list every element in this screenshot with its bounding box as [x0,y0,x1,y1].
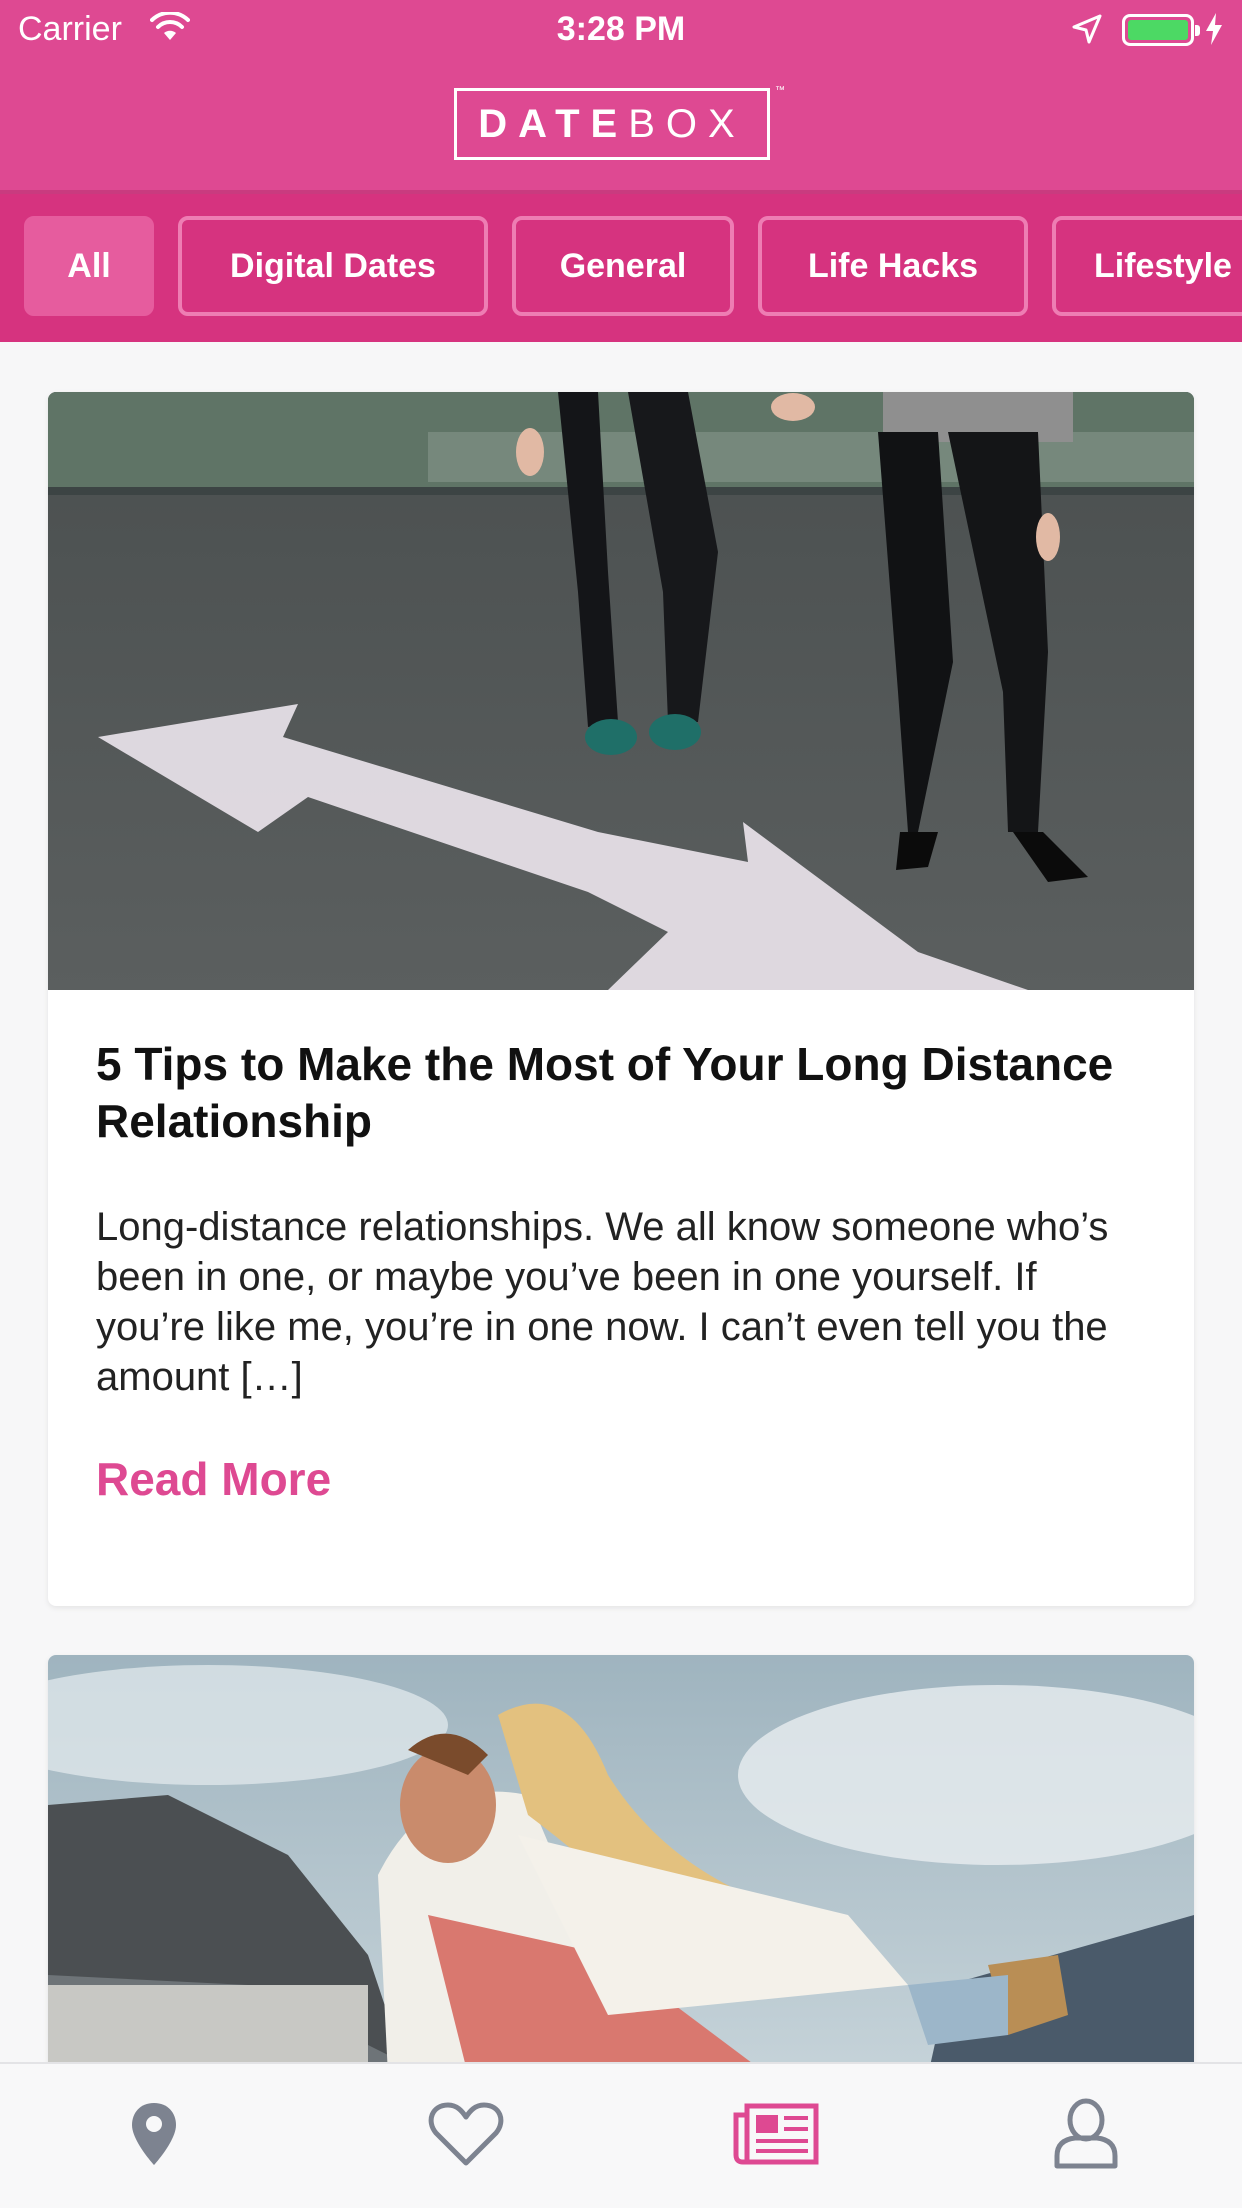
tab-articles[interactable] [726,2086,826,2186]
location-pin-icon [129,2101,179,2172]
newspaper-icon [733,2103,819,2170]
status-time: 3:28 PM [556,10,686,48]
read-more-link[interactable]: Read More [96,1452,331,1506]
article-image[interactable] [48,392,1194,990]
article-title[interactable]: 5 Tips to Make the Most of Your Long Dis… [96,1036,1116,1150]
user-icon [1053,2098,1119,2175]
heart-icon [428,2101,504,2172]
bottom-tab-bar [0,2062,1242,2208]
filter-chip-life-hacks[interactable]: Life Hacks [758,216,1028,316]
article-card[interactable]: 5 Tips to Make the Most of Your Long Dis… [48,392,1194,1606]
datebox-logo: DATE BOX ™ [454,85,785,160]
article-excerpt: Long-distance relationships. We all know… [96,1205,1109,1399]
tab-profile[interactable] [1036,2086,1136,2186]
charging-bolt-icon [1204,12,1224,55]
status-bar: Carrier 3:28 PM [0,0,1242,60]
location-arrow-icon [1072,14,1102,53]
battery-icon [1122,14,1200,46]
tab-favorites[interactable] [416,2086,516,2186]
filter-chip-digital-dates[interactable]: Digital Dates [178,216,488,316]
app-header: Carrier 3:28 PM DATE BOX ™ [0,0,1242,190]
filter-chip-general[interactable]: General [512,216,734,316]
category-filter-bar[interactable]: All Digital Dates General Life Hacks Lif… [0,194,1242,342]
tab-map[interactable] [104,2086,204,2186]
filter-chip-all[interactable]: All [24,216,154,316]
filter-chip-lifestyle[interactable]: Lifestyle [1052,216,1242,316]
